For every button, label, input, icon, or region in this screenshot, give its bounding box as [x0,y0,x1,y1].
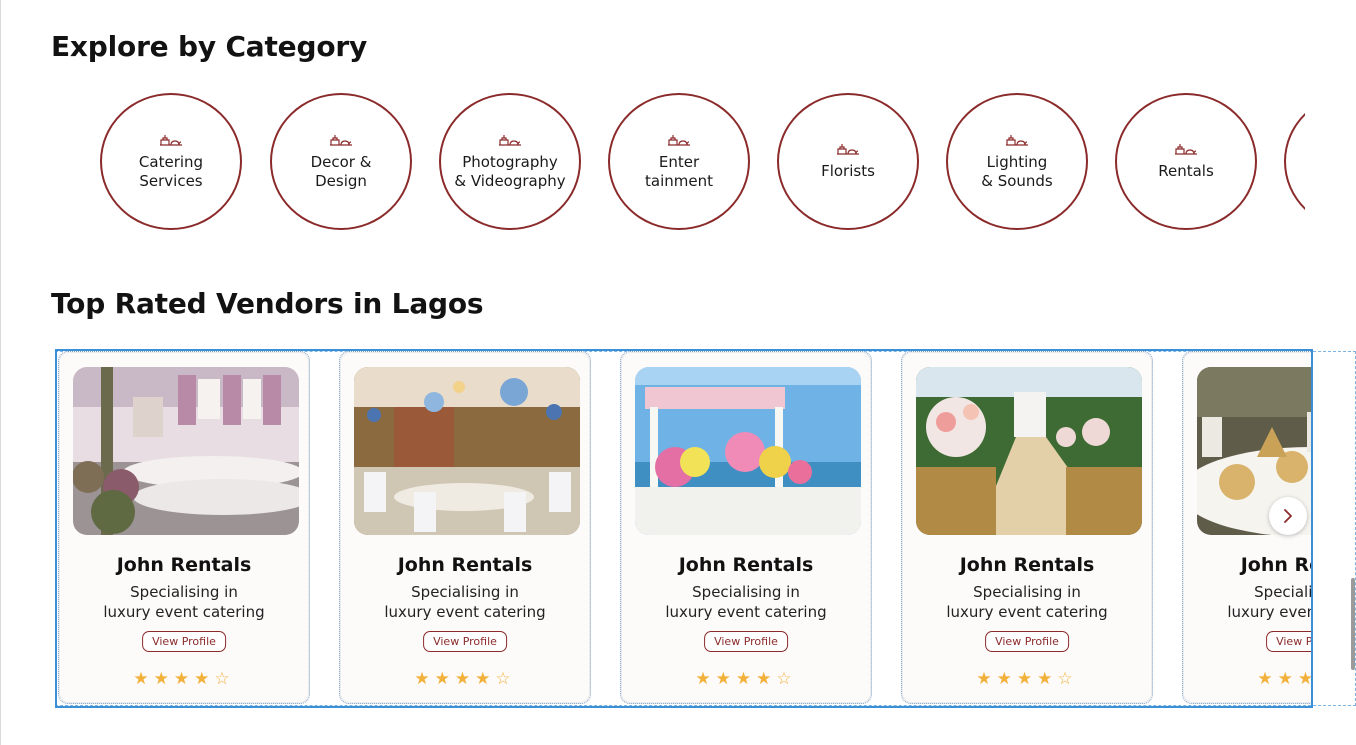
vendor-name: John Rentals [397,554,533,576]
category-label: Lighting & Sounds [981,152,1053,190]
category-label: Enter tainment [645,152,713,190]
rating-stars: ★★★★☆ [902,669,1152,689]
star-filled-icon: ★ [1037,669,1058,689]
star-filled-icon: ★ [414,669,435,689]
star-filled-icon: ★ [1298,669,1311,689]
star-filled-icon: ★ [475,669,496,689]
venue-icon [1006,134,1028,146]
venue-icon [499,134,521,146]
rating-stars: ★★★★☆ [340,669,590,689]
explore-category-title: Explore by Category [51,30,368,63]
view-profile-button[interactable]: View Profile [1266,631,1311,652]
star-empty-icon: ☆ [495,669,516,689]
star-filled-icon: ★ [1277,669,1298,689]
venue-icon [1175,144,1197,155]
top-vendors-title: Top Rated Vendors in Lagos [51,287,484,320]
category-partial[interactable] [1284,93,1305,230]
category-label: Photography & Videography [454,152,566,190]
vendor-name: John Rentals [116,554,252,576]
vendor-card[interactable]: John Rentals Specialising in luxury even… [620,351,872,704]
category-carousel: Catering Services Decor & Design Photogr… [100,93,1305,231]
star-filled-icon: ★ [735,669,757,689]
vendor-photo [354,367,580,535]
vendor-description: Specialising in luxury event catering [946,583,1108,621]
star-filled-icon: ★ [173,669,195,689]
category-label: Decor & Design [310,152,372,190]
rating-stars: ★★★★☆ [621,669,871,689]
star-filled-icon: ★ [756,669,777,689]
category-florists[interactable]: Florists [777,93,919,230]
view-profile-button[interactable]: View Profile [142,631,226,652]
star-filled-icon: ★ [695,669,716,689]
vendor-photo [916,367,1142,535]
category-label: Florists [821,162,875,180]
view-profile-button[interactable]: View Profile [704,631,788,652]
category-catering[interactable]: Catering Services [100,93,242,230]
vendor-card[interactable]: John Rentals Specialising in luxury even… [901,351,1153,704]
vendor-description: Specialising in luxury event catering [665,583,827,621]
category-rentals[interactable]: Rentals [1115,93,1257,230]
star-empty-icon: ☆ [1057,669,1078,689]
star-empty-icon: ☆ [214,669,235,689]
star-filled-icon: ★ [194,669,215,689]
star-filled-icon: ★ [715,669,736,689]
category-photography[interactable]: Photography & Videography [439,93,581,230]
star-filled-icon: ★ [434,669,455,689]
star-filled-icon: ★ [1016,669,1038,689]
venue-icon [668,134,690,146]
vendor-description: Specialising in luxury event catering [1227,583,1313,621]
vendor-name: John Rentals [1240,554,1311,576]
category-label: Catering Services [138,152,204,190]
category-label: Rentals [1158,162,1214,180]
vendor-card[interactable]: John Rentals Specialising in luxury even… [58,351,310,704]
page-scrollbar[interactable] [1351,578,1355,670]
chevron-right-icon [1284,509,1292,523]
category-entertainment[interactable]: Enter tainment [608,93,750,230]
carousel-next-button[interactable] [1269,497,1307,535]
view-profile-button[interactable]: View Profile [985,631,1069,652]
vendor-carousel: John Rentals Specialising in luxury even… [55,349,1313,708]
star-filled-icon: ★ [976,669,997,689]
vendor-description: Specialising in luxury event catering [384,583,546,621]
vendor-card[interactable]: John Rentals Specialising in luxury even… [339,351,591,704]
star-filled-icon: ★ [133,669,154,689]
star-filled-icon: ★ [996,669,1017,689]
vendor-photo [635,367,861,535]
venue-icon [160,134,182,146]
vendor-name: John Rentals [678,554,814,576]
star-filled-icon: ★ [454,669,476,689]
vendor-name: John Rentals [959,554,1095,576]
star-filled-icon: ★ [1257,669,1278,689]
star-filled-icon: ★ [153,669,174,689]
star-empty-icon: ☆ [776,669,797,689]
venue-icon [837,144,859,155]
rating-stars: ★★★★☆ [59,669,309,689]
vendor-photo [73,367,299,535]
rating-stars: ★★★★☆ [1183,669,1311,689]
venue-icon [330,134,352,146]
category-lighting[interactable]: Lighting & Sounds [946,93,1088,230]
view-profile-button[interactable]: View Profile [423,631,507,652]
vendor-description: Specialising in luxury event catering [103,583,265,621]
category-decor[interactable]: Decor & Design [270,93,412,230]
page-left-border [0,0,1,745]
